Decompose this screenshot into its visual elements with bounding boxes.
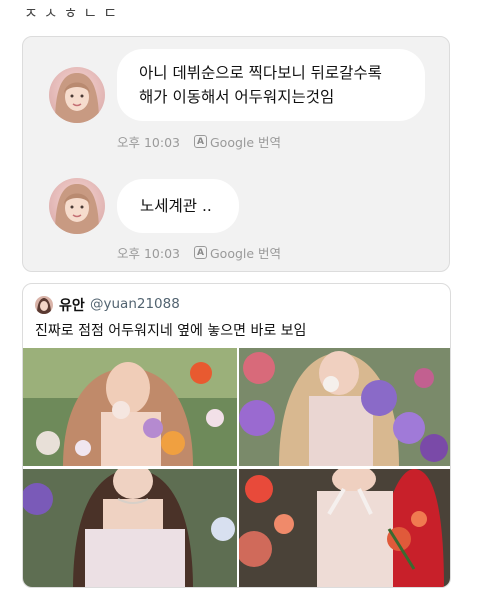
sender-avatar[interactable] bbox=[49, 178, 105, 234]
header-text: ㅈㅅㅎㄴㄷ bbox=[24, 4, 124, 22]
message-time: 오후 10:03 bbox=[117, 135, 180, 150]
message-meta: 오후 10:03 A Google 번역 bbox=[117, 243, 281, 262]
chat-card: 아니 데뷔순으로 찍다보니 뒤로갈수록 해가 이동해서 어두워지는것임 오후 1… bbox=[22, 36, 450, 272]
message-bubble[interactable]: 아니 데뷔순으로 찍다보니 뒤로갈수록 해가 이동해서 어두워지는것임 bbox=[117, 49, 425, 121]
tweet-photo[interactable] bbox=[23, 469, 237, 587]
message-time: 오후 10:03 bbox=[117, 246, 180, 261]
sender-avatar[interactable] bbox=[49, 67, 105, 123]
tweet-text: 진짜로 점점 어두워지네 옆에 놓으면 바로 보임 bbox=[35, 323, 307, 339]
message-line: 노세계관 .. bbox=[140, 197, 212, 215]
tweet-author-name[interactable]: 유안 bbox=[59, 295, 85, 315]
tweet-photo[interactable] bbox=[239, 348, 450, 466]
translate-link[interactable]: Google 번역 bbox=[210, 132, 281, 151]
translate-icon[interactable]: A bbox=[194, 246, 207, 259]
message-line: 해가 이동해서 어두워지는것임 bbox=[139, 88, 335, 106]
tweet-author-avatar[interactable] bbox=[35, 296, 53, 314]
translate-icon[interactable]: A bbox=[194, 135, 207, 148]
tweet-photo[interactable] bbox=[23, 348, 237, 466]
translate-link[interactable]: Google 번역 bbox=[210, 243, 281, 262]
message-line: 아니 데뷔순으로 찍다보니 뒤로갈수록 bbox=[139, 64, 382, 82]
message-bubble[interactable]: 노세계관 .. bbox=[117, 179, 239, 233]
tweet-photo[interactable] bbox=[239, 469, 450, 587]
tweet-author-handle[interactable]: @yuan21088 bbox=[90, 296, 180, 312]
message-meta: 오후 10:03 A Google 번역 bbox=[117, 132, 281, 151]
quoted-tweet-card[interactable]: 유안 @yuan21088 진짜로 점점 어두워지네 옆에 놓으면 바로 보임 bbox=[22, 283, 451, 588]
